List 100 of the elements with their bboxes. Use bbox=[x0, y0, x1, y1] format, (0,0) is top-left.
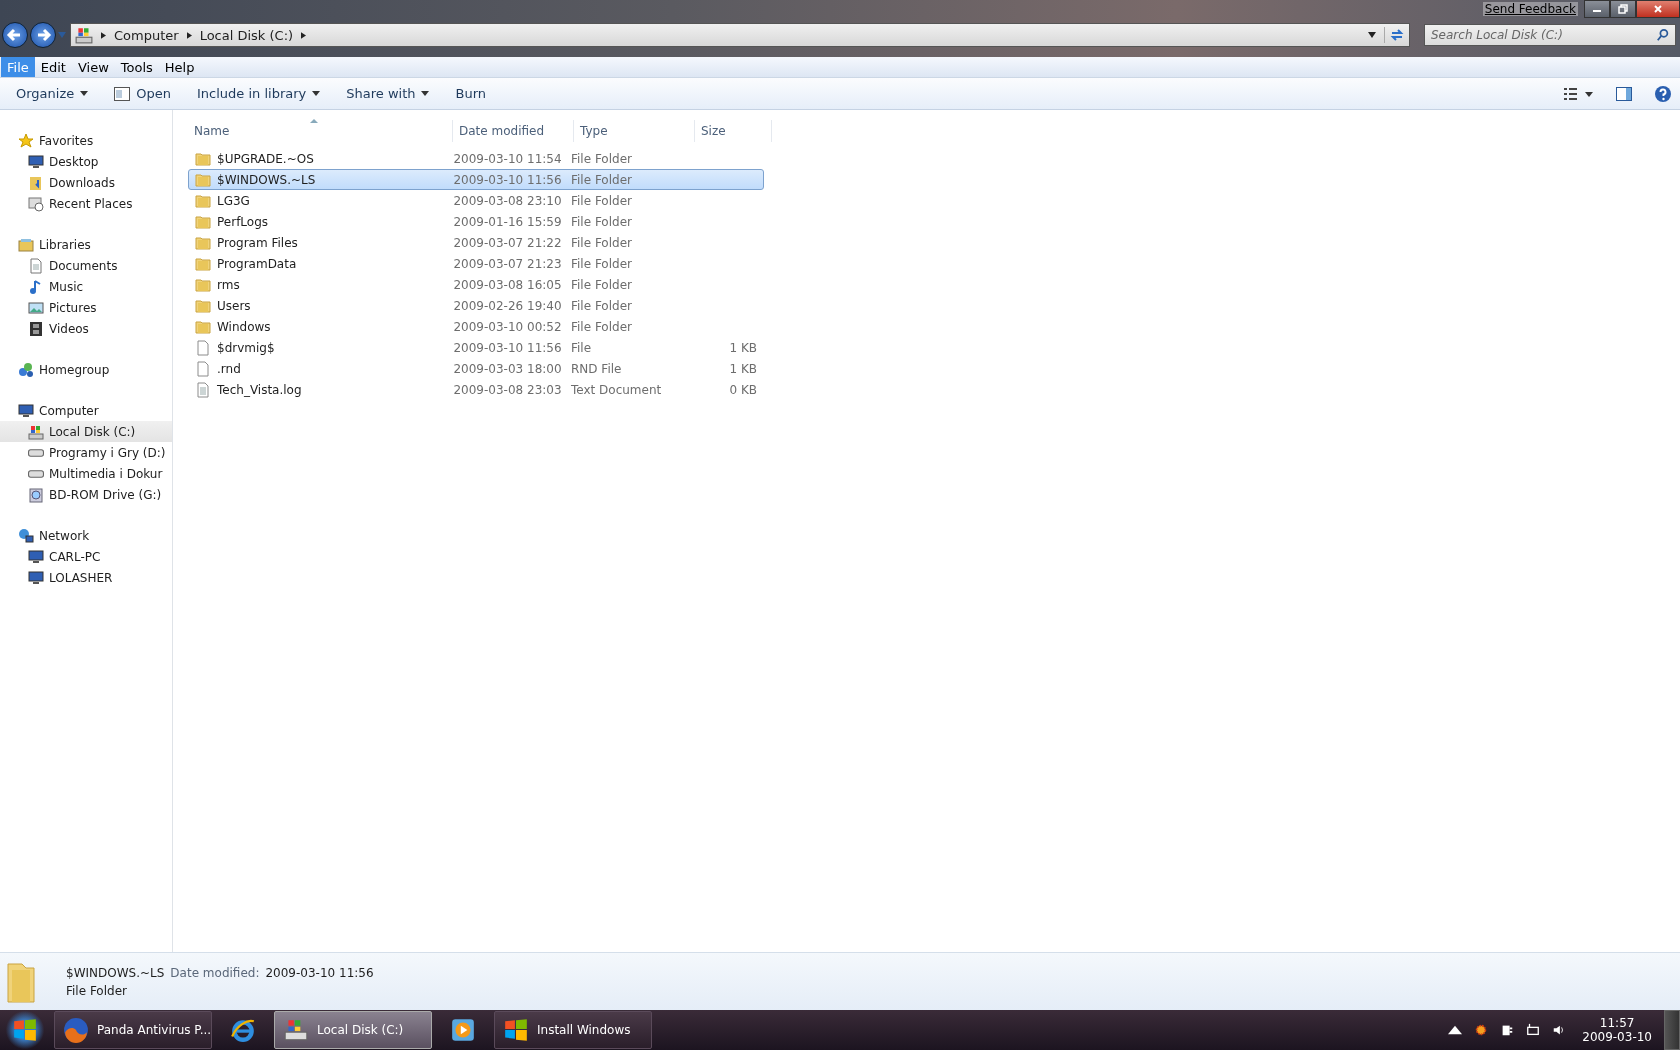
sidebar-item[interactable]: Pictures bbox=[0, 297, 172, 318]
type-cell-text: File Folder bbox=[570, 214, 633, 229]
search-icon bbox=[1656, 28, 1670, 42]
toolbar-button[interactable]: Organize bbox=[6, 82, 99, 105]
sidebar-item[interactable]: Local Disk (C:) bbox=[0, 421, 172, 442]
back-button[interactable] bbox=[2, 22, 28, 48]
up-arrow-icon[interactable] bbox=[1448, 1023, 1463, 1037]
forward-button[interactable] bbox=[30, 22, 56, 48]
monitor-icon bbox=[18, 402, 34, 419]
folder-icon bbox=[195, 234, 211, 251]
column-header[interactable]: Size bbox=[695, 120, 772, 142]
sidebar-item[interactable]: Programy i Gry (D:) bbox=[0, 442, 172, 463]
file-row[interactable]: $UPGRADE.~OS 2009-03-10 11:54 File Folder bbox=[188, 148, 764, 169]
toolbar-button[interactable]: Include in library bbox=[187, 82, 331, 105]
taskbar-button[interactable]: Install Windows bbox=[494, 1011, 652, 1049]
menu-item[interactable]: View bbox=[71, 57, 115, 77]
date-cell-text: 2009-03-08 23:03 bbox=[452, 382, 563, 397]
file-name: $UPGRADE.~OS bbox=[217, 151, 314, 166]
clock[interactable]: 11:57 2009-03-10 bbox=[1574, 1016, 1660, 1044]
file-row[interactable]: $WINDOWS.~LS 2009-03-10 11:56 File Folder bbox=[188, 169, 764, 190]
sidebar-item[interactable]: Music bbox=[0, 276, 172, 297]
breadcrumb[interactable]: Local Disk (C:) bbox=[199, 27, 294, 43]
folder-icon bbox=[195, 318, 211, 335]
details-date: 2009-03-10 11:56 bbox=[265, 965, 374, 980]
help-icon bbox=[1654, 84, 1672, 103]
date-cell-text: 2009-03-08 23:10 bbox=[452, 193, 563, 208]
taskbar-button[interactable]: Panda Antivirus P... bbox=[54, 1011, 212, 1049]
sidebar-item[interactable]: Documents bbox=[0, 255, 172, 276]
date-cell-text: 2009-03-03 18:00 bbox=[452, 361, 563, 376]
file-name: Windows bbox=[217, 319, 271, 334]
taskbar-button[interactable]: Local Disk (C:) bbox=[274, 1011, 432, 1049]
close-button[interactable] bbox=[1636, 0, 1680, 18]
sidebar-item[interactable]: Multimedia i Dokur bbox=[0, 463, 172, 484]
file-name: ProgramData bbox=[217, 256, 297, 271]
sidebar-group[interactable]: Computer bbox=[0, 400, 172, 421]
close-icon bbox=[1653, 4, 1663, 14]
restore-button[interactable] bbox=[1610, 0, 1636, 18]
folder-icon bbox=[195, 213, 211, 230]
text-file-icon bbox=[195, 381, 211, 398]
sidebar-item[interactable]: BD-ROM Drive (G:) bbox=[0, 484, 172, 505]
address-bar[interactable]: Computer Local Disk (C:) bbox=[70, 23, 1410, 47]
file-row[interactable]: .rnd 2009-03-03 18:00 RND File 1 KB bbox=[188, 358, 764, 379]
folder-icon bbox=[195, 192, 211, 209]
toolbar-button[interactable]: Share with bbox=[336, 82, 440, 105]
date-cell-text: 2009-03-10 11:54 bbox=[452, 151, 563, 166]
details-label: Date modified: bbox=[170, 965, 260, 980]
column-header[interactable]: Type bbox=[574, 120, 695, 142]
folder-icon bbox=[195, 297, 211, 314]
menu-item[interactable]: Help bbox=[158, 57, 201, 77]
sidebar-group[interactable]: Favorites bbox=[0, 130, 172, 151]
system-drive-icon bbox=[28, 423, 44, 440]
date-cell-text: 2009-01-16 15:59 bbox=[452, 214, 563, 229]
file-row[interactable]: LG3G 2009-03-08 23:10 File Folder bbox=[188, 190, 764, 211]
search-field[interactable]: Search Local Disk (C:) bbox=[1424, 24, 1676, 46]
file-name: Program Files bbox=[217, 235, 298, 250]
sidebar-item[interactable]: Videos bbox=[0, 318, 172, 339]
file-name: PerfLogs bbox=[217, 214, 269, 229]
file-row[interactable]: ProgramData 2009-03-07 21:23 File Folder bbox=[188, 253, 764, 274]
sidebar-group[interactable]: Network bbox=[0, 525, 172, 546]
feedback-link[interactable]: Send Feedback bbox=[1482, 2, 1578, 16]
dropdown-caret-icon[interactable] bbox=[1368, 32, 1376, 38]
file-row[interactable]: Users 2009-02-26 19:40 File Folder bbox=[188, 295, 764, 316]
toolbar-button[interactable]: Burn bbox=[445, 82, 496, 105]
menu-item[interactable]: Tools bbox=[114, 57, 159, 77]
folder-icon bbox=[195, 255, 211, 272]
file-row[interactable]: Program Files 2009-03-07 21:22 File Folder bbox=[188, 232, 764, 253]
file-row[interactable]: $drvmig$ 2009-03-10 11:56 File 1 KB bbox=[188, 337, 764, 358]
type-cell-text: File Folder bbox=[570, 172, 633, 187]
sidebar-item[interactable]: Desktop bbox=[0, 151, 172, 172]
sidebar-item[interactable]: LOLASHER bbox=[0, 567, 172, 588]
menu-item[interactable]: Edit bbox=[34, 57, 72, 77]
minimize-button[interactable] bbox=[1584, 0, 1610, 18]
breadcrumb-arrow-icon[interactable] bbox=[301, 31, 307, 39]
type-cell-text: File bbox=[570, 340, 593, 355]
network-monitor-icon[interactable] bbox=[1526, 1023, 1541, 1037]
sidebar-item[interactable]: Downloads bbox=[0, 172, 172, 193]
file-row[interactable]: Windows 2009-03-10 00:52 File Folder bbox=[188, 316, 764, 337]
sidebar-group[interactable]: Libraries bbox=[0, 234, 172, 255]
monitor-icon bbox=[28, 569, 44, 586]
file-row[interactable]: rms 2009-03-08 16:05 File Folder bbox=[188, 274, 764, 295]
star-icon bbox=[18, 132, 34, 149]
monitor-icon bbox=[28, 548, 44, 565]
date-cell-text: 2009-03-10 11:56 bbox=[452, 340, 563, 355]
file-name: LG3G bbox=[217, 193, 250, 208]
sidebar-group[interactable]: Homegroup bbox=[0, 359, 172, 380]
details-type: File Folder bbox=[66, 983, 127, 998]
toolbar-button[interactable]: Open bbox=[104, 82, 181, 105]
date-cell-text: 2009-03-07 21:22 bbox=[452, 235, 563, 250]
file-row[interactable]: PerfLogs 2009-01-16 15:59 File Folder bbox=[188, 211, 764, 232]
column-header[interactable]: Date modified bbox=[453, 120, 574, 142]
breadcrumb[interactable]: Computer bbox=[114, 27, 179, 43]
breadcrumb-arrow-icon[interactable] bbox=[101, 31, 106, 39]
sidebar-item[interactable]: CARL-PC bbox=[0, 546, 172, 567]
sidebar-item[interactable]: Recent Places bbox=[0, 193, 172, 214]
folder-icon bbox=[195, 150, 211, 167]
file-row[interactable]: Tech_Vista.log 2009-03-08 23:03 Text Document 0 KB bbox=[188, 379, 764, 400]
file-name: $WINDOWS.~LS bbox=[217, 172, 316, 187]
folder-icon bbox=[195, 171, 211, 188]
breadcrumb-arrow-icon[interactable] bbox=[186, 31, 192, 39]
refresh-icon[interactable] bbox=[1384, 27, 1405, 43]
